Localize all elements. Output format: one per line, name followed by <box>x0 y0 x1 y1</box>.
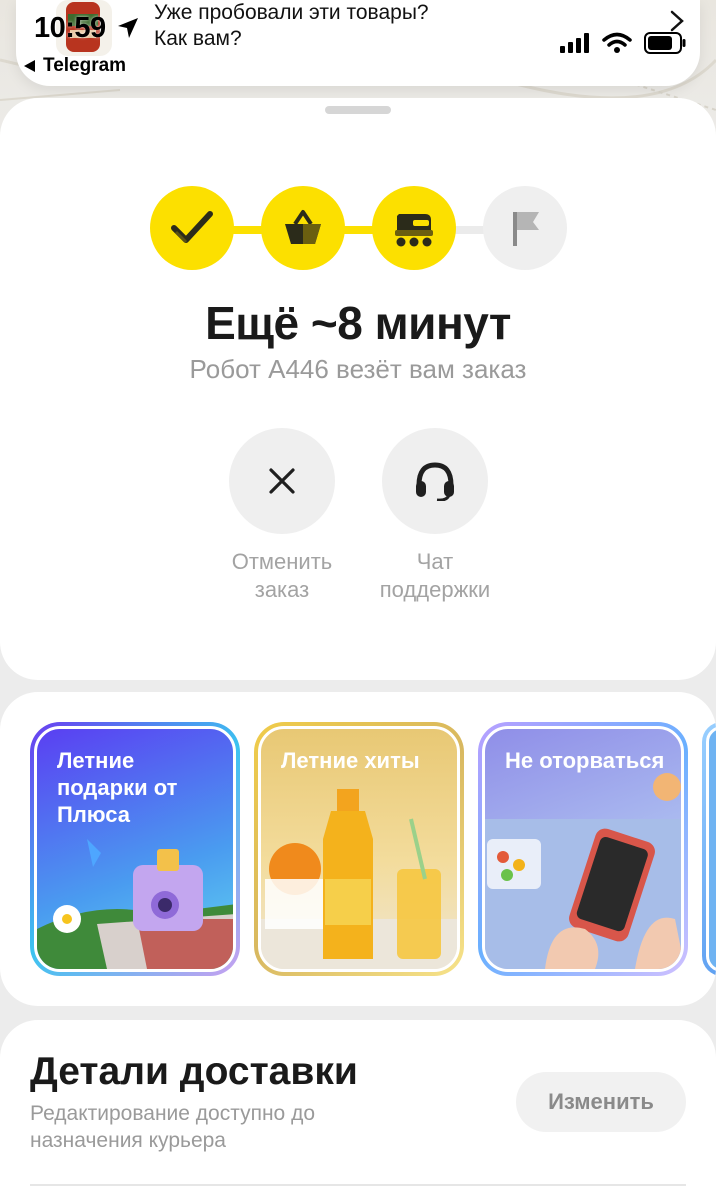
support-chat-label: Чат поддержки <box>345 548 525 604</box>
status-icons <box>560 32 686 54</box>
cancel-order-circle[interactable] <box>229 428 335 534</box>
notification-text: Уже пробовали эти товары? Как вам? <box>154 0 514 52</box>
eta-title: Ещё ~8 минут <box>205 297 511 349</box>
story-title: Летние подарки от Плюса <box>57 748 178 827</box>
wifi-icon <box>602 32 632 53</box>
basket-icon <box>285 210 321 244</box>
back-app-label: Telegram <box>43 55 127 76</box>
order-status-sheet: Ещё ~8 минут Робот А446 везёт вам заказ … <box>0 98 716 680</box>
location-arrow-icon <box>116 16 140 45</box>
close-icon <box>269 468 295 494</box>
story-title: Не оторваться <box>505 748 665 773</box>
story-card[interactable] <box>702 722 716 976</box>
delivery-details-subtitle: Редактирование доступно до назначения ку… <box>30 1102 316 1152</box>
order-progress <box>150 186 568 272</box>
notification-line-2: Как вам? <box>154 27 242 50</box>
battery-icon <box>644 32 686 54</box>
support-label-line-1: Чат <box>416 549 454 574</box>
divider <box>30 1184 686 1186</box>
robot-icon <box>395 214 433 247</box>
story-image <box>706 726 716 972</box>
story-image: Летние хиты <box>258 726 460 972</box>
back-to-telegram-link[interactable]: Telegram <box>24 55 126 77</box>
stories-carousel[interactable]: Летние подарки от Плюса Летние хиты Не о… <box>0 692 716 1006</box>
step-accepted <box>150 186 234 270</box>
back-arrow-icon <box>24 60 35 72</box>
delivery-details-title: Детали доставки <box>30 1050 358 1093</box>
support-chat-button[interactable]: Чат поддержки <box>345 428 525 604</box>
eta-subtitle: Робот А446 везёт вам заказ <box>189 354 527 384</box>
step-on-the-way <box>372 186 456 270</box>
story-card[interactable]: Летние подарки от Плюса <box>30 722 240 976</box>
story-image: Не оторваться <box>482 726 684 972</box>
step-assembled <box>261 186 345 270</box>
story-title: Летние хиты <box>281 748 420 773</box>
notification-line-1: Уже пробовали эти товары? <box>154 1 429 24</box>
delivery-details-section: Детали доставки Редактирование доступно … <box>0 1020 716 1200</box>
step-delivered <box>483 186 567 270</box>
headset-icon <box>416 462 454 501</box>
support-label-line-2: поддержки <box>379 577 491 602</box>
flag-icon <box>513 212 539 246</box>
story-card[interactable]: Летние хиты <box>254 722 464 976</box>
story-card[interactable]: Не оторваться <box>478 722 688 976</box>
sheet-grabber[interactable] <box>325 106 391 114</box>
check-icon <box>171 211 213 244</box>
status-time: 10:59 <box>34 12 106 44</box>
story-image: Летние подарки от Плюса <box>34 726 236 972</box>
edit-details-button[interactable]: Изменить <box>516 1072 686 1132</box>
support-chat-circle[interactable] <box>382 428 488 534</box>
signal-icon <box>560 33 589 53</box>
